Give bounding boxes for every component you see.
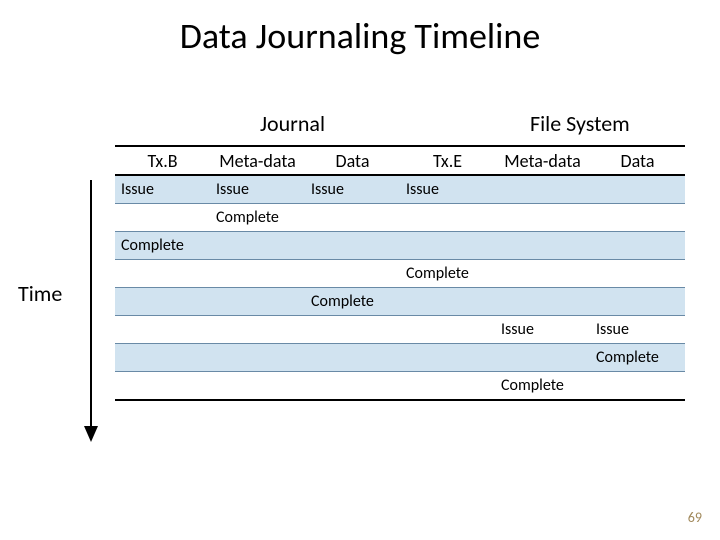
- col-data-fs: Data: [590, 146, 685, 175]
- cell: Complete: [590, 344, 685, 372]
- cell: [115, 204, 210, 232]
- cell: [210, 316, 305, 344]
- cell: [590, 204, 685, 232]
- cell: [590, 175, 685, 204]
- cell: [590, 260, 685, 288]
- cell: Issue: [115, 175, 210, 204]
- cell: [400, 372, 495, 401]
- cell: [495, 344, 590, 372]
- cell: Complete: [495, 372, 590, 401]
- cell: [495, 260, 590, 288]
- table-row: Complete: [115, 344, 685, 372]
- table-row: Complete: [115, 372, 685, 401]
- cell: [115, 316, 210, 344]
- cell: [115, 372, 210, 401]
- cell: Issue: [590, 316, 685, 344]
- cell: [400, 316, 495, 344]
- cell: Issue: [495, 316, 590, 344]
- table-header-row: Tx.B Meta-data Data Tx.E Meta-data Data: [115, 146, 685, 175]
- cell: [495, 288, 590, 316]
- cell: [400, 344, 495, 372]
- time-arrow-head-icon: [84, 426, 98, 442]
- col-txe: Tx.E: [400, 146, 495, 175]
- cell: [115, 344, 210, 372]
- cell: [210, 288, 305, 316]
- cell: Issue: [305, 175, 400, 204]
- cell: [115, 260, 210, 288]
- cell: [305, 232, 400, 260]
- cell: [495, 232, 590, 260]
- table-row: Complete: [115, 204, 685, 232]
- cell: [495, 204, 590, 232]
- section-journal: Journal: [260, 110, 325, 137]
- page-number: 69: [688, 509, 702, 526]
- cell: [305, 260, 400, 288]
- cell: [495, 175, 590, 204]
- section-filesystem: File System: [530, 110, 630, 137]
- cell: Complete: [210, 204, 305, 232]
- cell: [210, 232, 305, 260]
- cell: [305, 316, 400, 344]
- slide: Data Journaling Timeline Journal File Sy…: [0, 0, 720, 540]
- cell: Issue: [400, 175, 495, 204]
- table-row: Complete: [115, 232, 685, 260]
- cell: [305, 344, 400, 372]
- cell: [590, 288, 685, 316]
- slide-title: Data Journaling Timeline: [0, 14, 720, 58]
- time-arrow-shaft: [90, 180, 92, 428]
- cell: [305, 372, 400, 401]
- col-txb: Tx.B: [115, 146, 210, 175]
- cell: [400, 232, 495, 260]
- timeline-table: Tx.B Meta-data Data Tx.E Meta-data Data …: [115, 145, 685, 401]
- cell: [400, 204, 495, 232]
- table-row: Complete: [115, 260, 685, 288]
- cell: [210, 344, 305, 372]
- time-axis-label: Time: [18, 280, 62, 307]
- table-row: Issue Issue Issue Issue: [115, 175, 685, 204]
- col-data-j: Data: [305, 146, 400, 175]
- cell: Complete: [115, 232, 210, 260]
- cell: [590, 372, 685, 401]
- cell: [400, 288, 495, 316]
- table-row: Issue Issue: [115, 316, 685, 344]
- cell: Issue: [210, 175, 305, 204]
- table-row: Complete: [115, 288, 685, 316]
- col-meta-fs: Meta-data: [495, 146, 590, 175]
- cell: [210, 260, 305, 288]
- cell: [305, 204, 400, 232]
- col-meta-j: Meta-data: [210, 146, 305, 175]
- cell: [115, 288, 210, 316]
- cell: [210, 372, 305, 401]
- cell: Complete: [305, 288, 400, 316]
- cell: [590, 232, 685, 260]
- cell: Complete: [400, 260, 495, 288]
